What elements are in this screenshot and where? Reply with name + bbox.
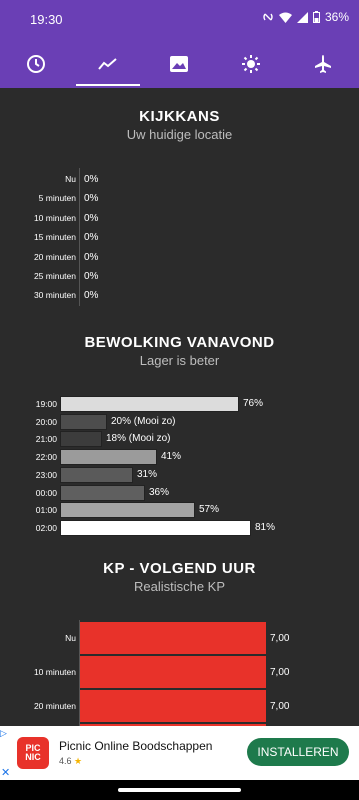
kp-title: KP - VOLGEND UUR bbox=[103, 560, 256, 577]
kp-bar bbox=[80, 622, 266, 656]
kijkkans-label: 15 minuten bbox=[33, 232, 76, 242]
tab-trend[interactable] bbox=[72, 40, 144, 88]
bewolking-time-label: 21:00 bbox=[35, 434, 57, 445]
bewolking-bar bbox=[60, 484, 145, 501]
kp-subtitle: Realistische KP bbox=[133, 579, 226, 594]
status-time: 19:30 bbox=[30, 12, 63, 27]
wifi-icon bbox=[278, 12, 292, 23]
kp-label: Nu bbox=[65, 633, 76, 643]
kp-value: 7,00 bbox=[270, 701, 290, 712]
bewolking-bar bbox=[60, 431, 102, 448]
kp-value: 7,00 bbox=[270, 667, 290, 678]
bewolking-subtitle: Lager is beter bbox=[139, 353, 220, 368]
picnic-logo: PIC NIC bbox=[17, 737, 49, 769]
bewolking-value: 41% bbox=[161, 451, 182, 463]
kijkkans-value: 0% bbox=[84, 271, 99, 282]
do-not-disturb-icon bbox=[263, 13, 273, 21]
ad-title: Picnic Online Boodschappen bbox=[59, 739, 213, 753]
kp-label: 20 minuten bbox=[33, 701, 76, 711]
ad-rating-value: 4.6 bbox=[59, 756, 72, 766]
kijkkans-value: 0% bbox=[84, 232, 99, 243]
bewolking-value: 57% bbox=[199, 504, 220, 516]
navigation-bar bbox=[0, 780, 359, 800]
bewolking-time-label: 19:00 bbox=[35, 399, 57, 409]
bewolking-value: 36% bbox=[149, 486, 170, 498]
bewolking-bar bbox=[60, 502, 195, 519]
kijkkans-axis bbox=[79, 168, 80, 306]
airplane-icon bbox=[315, 55, 332, 73]
kp-bar bbox=[80, 656, 266, 690]
bewolking-time-label: 02:00 bbox=[35, 522, 57, 533]
tab-bar bbox=[0, 40, 359, 88]
battery-icon bbox=[312, 11, 320, 23]
kijkkans-value: 0% bbox=[84, 193, 99, 204]
tab-sun[interactable] bbox=[215, 40, 287, 88]
bewolking-bar bbox=[60, 396, 239, 412]
ad-close-icon[interactable]: ✕ bbox=[1, 766, 10, 779]
ad-choices-icon[interactable]: ▷ bbox=[0, 728, 7, 739]
bewolking-value: 20% (Mooi zo) bbox=[111, 415, 176, 427]
kijkkans-value: 0% bbox=[84, 213, 99, 224]
tab-airplane[interactable] bbox=[287, 40, 359, 88]
status-bar: 19:30 36% bbox=[0, 0, 359, 40]
ad-banner[interactable]: ▷ ✕ PIC NIC Picnic Online Boodschappen 4… bbox=[0, 726, 359, 780]
bewolking-value: 31% bbox=[137, 468, 158, 480]
bewolking-bar bbox=[60, 519, 251, 536]
bewolking-value: 18% (Mooi zo) bbox=[106, 433, 171, 445]
kijkkans-label: 10 minuten bbox=[33, 213, 76, 223]
kijkkans-title: KIJKKANS bbox=[139, 108, 220, 125]
bewolking-value: 81% bbox=[255, 521, 276, 533]
kijkkans-value: 0% bbox=[84, 174, 99, 185]
kijkkans-label: Nu bbox=[65, 174, 76, 184]
bewolking-bar bbox=[60, 413, 107, 430]
image-icon bbox=[170, 56, 189, 72]
system-icons: 36% bbox=[262, 10, 349, 24]
install-button[interactable]: INSTALLEREN bbox=[247, 738, 349, 766]
kp-label: 10 minuten bbox=[33, 667, 76, 677]
trend-icon bbox=[97, 58, 117, 70]
tab-clock[interactable] bbox=[0, 40, 72, 88]
bewolking-bar bbox=[60, 466, 133, 483]
kijkkans-label: 20 minuten bbox=[33, 252, 76, 262]
kp-bar bbox=[80, 690, 266, 724]
kijkkans-label: 5 minuten bbox=[38, 193, 76, 203]
bewolking-time-label: 20:00 bbox=[35, 416, 57, 427]
bewolking-time-label: 01:00 bbox=[35, 505, 57, 516]
bewolking-time-label: 22:00 bbox=[35, 452, 57, 463]
main-content: KIJKKANS Uw huidige locatie Nu 0% 5 minu… bbox=[0, 88, 359, 726]
bewolking-time-label: 23:00 bbox=[35, 469, 57, 480]
sun-icon bbox=[242, 55, 261, 73]
ad-rating: 4.6 ★ bbox=[59, 756, 82, 767]
bewolking-title: BEWOLKING VANAVOND bbox=[84, 334, 275, 351]
bewolking-time-label: 00:00 bbox=[35, 487, 57, 498]
kp-value: 7,00 bbox=[270, 633, 290, 644]
kijkkans-value: 0% bbox=[84, 290, 99, 301]
home-gesture-handle[interactable] bbox=[118, 788, 241, 792]
logo-text: NIC bbox=[25, 752, 41, 762]
kijkkans-subtitle: Uw huidige locatie bbox=[126, 127, 233, 142]
clock-icon bbox=[26, 55, 45, 73]
tab-image[interactable] bbox=[144, 40, 216, 88]
battery-percent: 36% bbox=[324, 10, 349, 24]
signal-icon bbox=[296, 11, 308, 23]
kijkkans-label: 25 minuten bbox=[33, 271, 76, 281]
bewolking-bar bbox=[60, 449, 157, 466]
star-icon: ★ bbox=[74, 756, 83, 766]
bewolking-value: 76% bbox=[243, 398, 264, 409]
kijkkans-value: 0% bbox=[84, 252, 99, 263]
kijkkans-label: 30 minuten bbox=[33, 290, 76, 300]
